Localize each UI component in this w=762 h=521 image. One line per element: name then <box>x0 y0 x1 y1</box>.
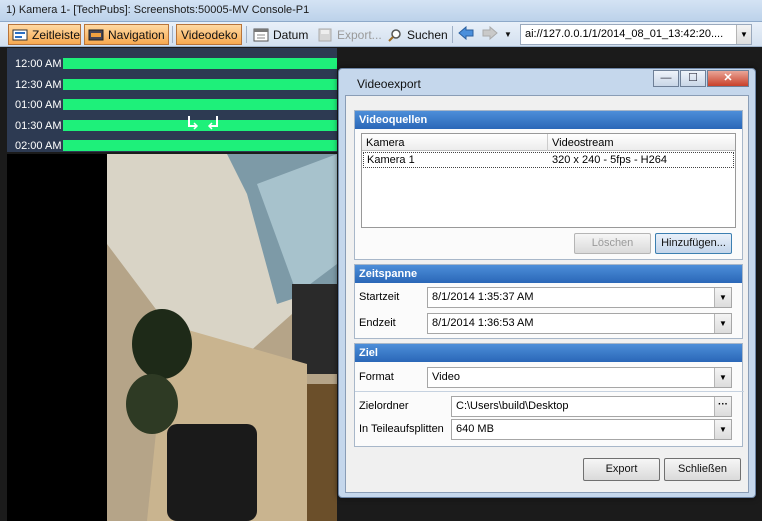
toolbar: Zeitleiste Navigation Videodeko Datum Ex… <box>0 22 762 47</box>
zeitleiste-button[interactable]: Zeitleiste <box>8 24 81 45</box>
dialog-title: Videoexport <box>357 77 421 91</box>
format-label: Format <box>359 371 394 383</box>
timeline-row: 12:30 AM <box>7 75 337 95</box>
sources-grid[interactable]: Kamera Videostream Kamera 1 320 x 240 - … <box>361 133 736 228</box>
end-time-picker[interactable]: 8/1/2014 1:36:53 AM ▼ <box>427 313 732 334</box>
videodeko-label: Videodeko <box>181 27 238 42</box>
timeline-icon <box>12 28 28 42</box>
datum-button[interactable]: Datum <box>250 24 312 45</box>
chevron-down-icon: ▼ <box>504 30 512 39</box>
address-combo[interactable]: ai://127.0.0.1/1/2014_08_01_13:42:20....… <box>520 24 752 45</box>
timeline-row: 12:00 AM <box>7 54 337 74</box>
recording-bar[interactable] <box>63 140 337 151</box>
maximize-icon[interactable]: ☐ <box>680 70 706 87</box>
timeline-time: 12:30 AM <box>15 79 62 91</box>
add-button[interactable]: Hinzufügen... <box>655 233 732 254</box>
start-time-picker[interactable]: 8/1/2014 1:35:37 AM ▼ <box>427 287 732 308</box>
folder-label: Zielordner <box>359 400 409 412</box>
toolbar-separator <box>246 26 247 43</box>
back-arrow-icon <box>458 25 474 43</box>
back-button[interactable] <box>458 24 476 45</box>
start-time-value: 8/1/2014 1:35:37 AM <box>432 291 534 303</box>
export-confirm-button[interactable]: Export <box>583 458 660 481</box>
recording-bar[interactable] <box>63 99 337 110</box>
search-icon <box>387 28 403 42</box>
toolbar-separator <box>452 26 453 43</box>
timeline-row: 01:00 AM <box>7 95 337 115</box>
videodeko-button[interactable]: Videodeko <box>176 24 242 45</box>
address-text: ai://127.0.0.1/1/2014_08_01_13:42:20.... <box>525 28 724 40</box>
zeitleiste-label: Zeitleiste <box>32 27 81 42</box>
divider <box>355 391 744 392</box>
timespan-section: Zeitspanne Startzeit 8/1/2014 1:35:37 AM… <box>354 264 743 339</box>
datum-label: Datum <box>273 27 309 42</box>
folder-value: C:\Users\build\Desktop <box>456 400 569 412</box>
timeline-panel[interactable]: 12:00 AM 12:30 AM 01:00 AM 01:30 AM 02:0… <box>7 48 337 152</box>
window-title: 1) Kamera 1- [TechPubs]: Screenshots:500… <box>6 4 310 16</box>
suchen-label: Suchen <box>407 27 448 42</box>
window-controls: — ☐ ✕ <box>653 70 749 87</box>
recording-bar[interactable] <box>63 58 337 69</box>
section-header: Ziel <box>355 344 742 362</box>
split-size-select[interactable]: 640 MB ▼ <box>451 419 732 440</box>
timeline-row: 01:30 AM <box>7 116 337 136</box>
grid-header: Kamera Videostream <box>362 134 735 151</box>
column-header[interactable]: Videostream <box>552 137 614 149</box>
chevron-down-icon[interactable]: ▼ <box>714 288 731 307</box>
column-divider <box>547 134 548 151</box>
export-label: Export... <box>337 27 382 42</box>
split-value: 640 MB <box>456 423 494 435</box>
column-header[interactable]: Kamera <box>366 137 405 149</box>
split-label: In Teileaufsplitten <box>359 423 444 435</box>
navigation-icon <box>88 28 104 42</box>
export-button[interactable]: Export... <box>314 24 382 45</box>
format-value: Video <box>432 371 460 383</box>
timeline-time: 01:30 AM <box>15 120 62 132</box>
navigation-button[interactable]: Navigation <box>84 24 169 45</box>
video-view[interactable] <box>7 154 337 521</box>
section-header: Zeitspanne <box>355 265 742 283</box>
browse-icon[interactable]: ··· <box>714 397 731 416</box>
camera-image <box>107 154 337 521</box>
dialog-body: Videoquellen Kamera Videostream Kamera 1… <box>345 95 749 493</box>
delete-button[interactable]: Löschen <box>574 233 651 254</box>
forward-button[interactable] <box>482 24 500 45</box>
suchen-button[interactable]: Suchen <box>384 24 448 45</box>
timeline-time: 02:00 AM <box>15 140 62 152</box>
folder-field[interactable]: C:\Users\build\Desktop ··· <box>451 396 732 417</box>
table-cell: 320 x 240 - 5fps - H264 <box>552 154 667 166</box>
end-time-label: Endzeit <box>359 317 396 329</box>
table-cell: Kamera 1 <box>367 154 415 166</box>
target-section: Ziel Format Video ▼ Zielordner C:\Users\… <box>354 343 744 447</box>
chevron-down-icon[interactable]: ▼ <box>714 420 731 439</box>
close-button[interactable]: Schließen <box>664 458 741 481</box>
timeline-row: 02:00 AM <box>7 136 337 152</box>
close-icon[interactable]: ✕ <box>707 70 749 87</box>
start-time-label: Startzeit <box>359 291 400 303</box>
chevron-down-icon[interactable]: ▼ <box>714 368 731 387</box>
section-header: Videoquellen <box>355 111 742 129</box>
chevron-down-icon[interactable]: ▼ <box>714 314 731 333</box>
chevron-down-icon[interactable]: ▼ <box>736 25 751 44</box>
timeline-time: 12:00 AM <box>15 58 62 70</box>
navigation-label: Navigation <box>108 27 165 42</box>
forward-arrow-icon <box>482 25 498 43</box>
save-icon <box>317 28 333 42</box>
export-dialog: Videoexport — ☐ ✕ Videoquellen Kamera Vi… <box>338 68 756 498</box>
table-row[interactable]: Kamera 1 320 x 240 - 5fps - H264 <box>363 152 734 168</box>
selection-marker-icon[interactable] <box>187 114 221 133</box>
minimize-icon[interactable]: — <box>653 70 679 87</box>
toolbar-separator <box>172 26 173 43</box>
timeline-time: 01:00 AM <box>15 99 62 111</box>
video-sources-section: Videoquellen Kamera Videostream Kamera 1… <box>354 110 743 260</box>
calendar-icon <box>253 28 269 42</box>
recording-bar[interactable] <box>63 79 337 90</box>
window-title-bar: 1) Kamera 1- [TechPubs]: Screenshots:500… <box>0 0 762 22</box>
format-select[interactable]: Video ▼ <box>427 367 732 388</box>
end-time-value: 8/1/2014 1:36:53 AM <box>432 317 534 329</box>
history-dropdown[interactable]: ▼ <box>504 24 516 45</box>
